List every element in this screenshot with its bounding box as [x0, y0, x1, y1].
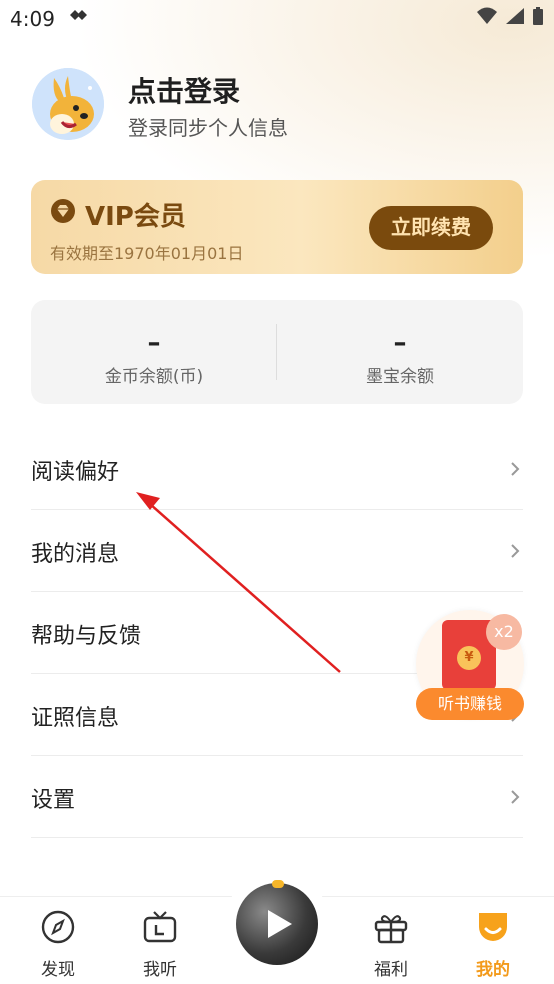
compass-icon [41, 910, 75, 944]
menu-item-settings[interactable]: 设置 [31, 756, 523, 838]
tab-welfare[interactable]: 福利 [336, 897, 446, 984]
treasure-balance-value: – [393, 328, 407, 358]
chevron-right-icon [511, 462, 520, 476]
tab-label: 我听 [143, 960, 177, 980]
treasure-balance-label: 墨宝余额 [366, 367, 434, 387]
gift-icon [374, 915, 408, 944]
tab-mine[interactable]: 我的 [438, 897, 548, 984]
tab-listen[interactable]: 我听 [105, 897, 215, 984]
coin-balance-label: 金币余额(币) [104, 367, 204, 387]
vip-expiry: 有效期至1970年01月01日 [50, 244, 244, 263]
menu-item-label: 我的消息 [31, 542, 120, 567]
signal-icon [506, 8, 524, 24]
coin-balance-value: – [147, 328, 161, 358]
menu-item-label: 阅读偏好 [31, 460, 120, 485]
listen-earn-label: 听书赚钱 [416, 688, 524, 720]
multiplier-badge: x2 [486, 614, 522, 650]
player-indicator [272, 880, 284, 888]
tab-label: 发现 [41, 960, 75, 980]
tab-discover[interactable]: 发现 [3, 897, 113, 984]
tab-label: 我的 [476, 960, 510, 980]
status-time: 4:09 [10, 7, 55, 31]
login-subtitle: 登录同步个人信息 [128, 116, 288, 140]
play-icon[interactable] [264, 908, 294, 940]
status-bar: 4:09 [0, 0, 554, 40]
renew-button[interactable]: 立即续费 [369, 206, 493, 250]
status-icons [476, 6, 544, 26]
menu-item-label: 帮助与反馈 [31, 624, 142, 649]
wifi-icon [477, 7, 497, 24]
listen-earn-widget[interactable]: ¥ x2 听书赚钱 [414, 610, 526, 722]
balance-card: – 金币余额(币) – 墨宝余额 [31, 300, 523, 404]
vip-card[interactable]: VIP会员 有效期至1970年01月01日 立即续费 [31, 180, 523, 274]
kangaroo-avatar[interactable] [32, 68, 104, 140]
diamond-icon [51, 199, 75, 223]
tv-icon [143, 911, 177, 943]
coin-balance[interactable]: – 金币余额(币) [31, 300, 277, 404]
login-title[interactable]: 点击登录 [128, 70, 240, 110]
menu-item-messages[interactable]: 我的消息 [31, 510, 523, 592]
treasure-balance[interactable]: – 墨宝余额 [277, 300, 523, 404]
menu-item-label: 设置 [31, 788, 76, 813]
menu-item-label: 证照信息 [31, 706, 120, 731]
battery-icon [533, 7, 543, 25]
coin-icon: ¥ [457, 646, 481, 670]
menu-item-reading-preference[interactable]: 阅读偏好 [31, 428, 523, 510]
vip-title: VIP会员 [85, 202, 186, 232]
chevron-right-icon [511, 790, 520, 804]
chevron-right-icon [511, 544, 520, 558]
tab-label: 福利 [374, 960, 408, 980]
smile-icon [479, 913, 507, 941]
kite-icon [68, 6, 90, 28]
